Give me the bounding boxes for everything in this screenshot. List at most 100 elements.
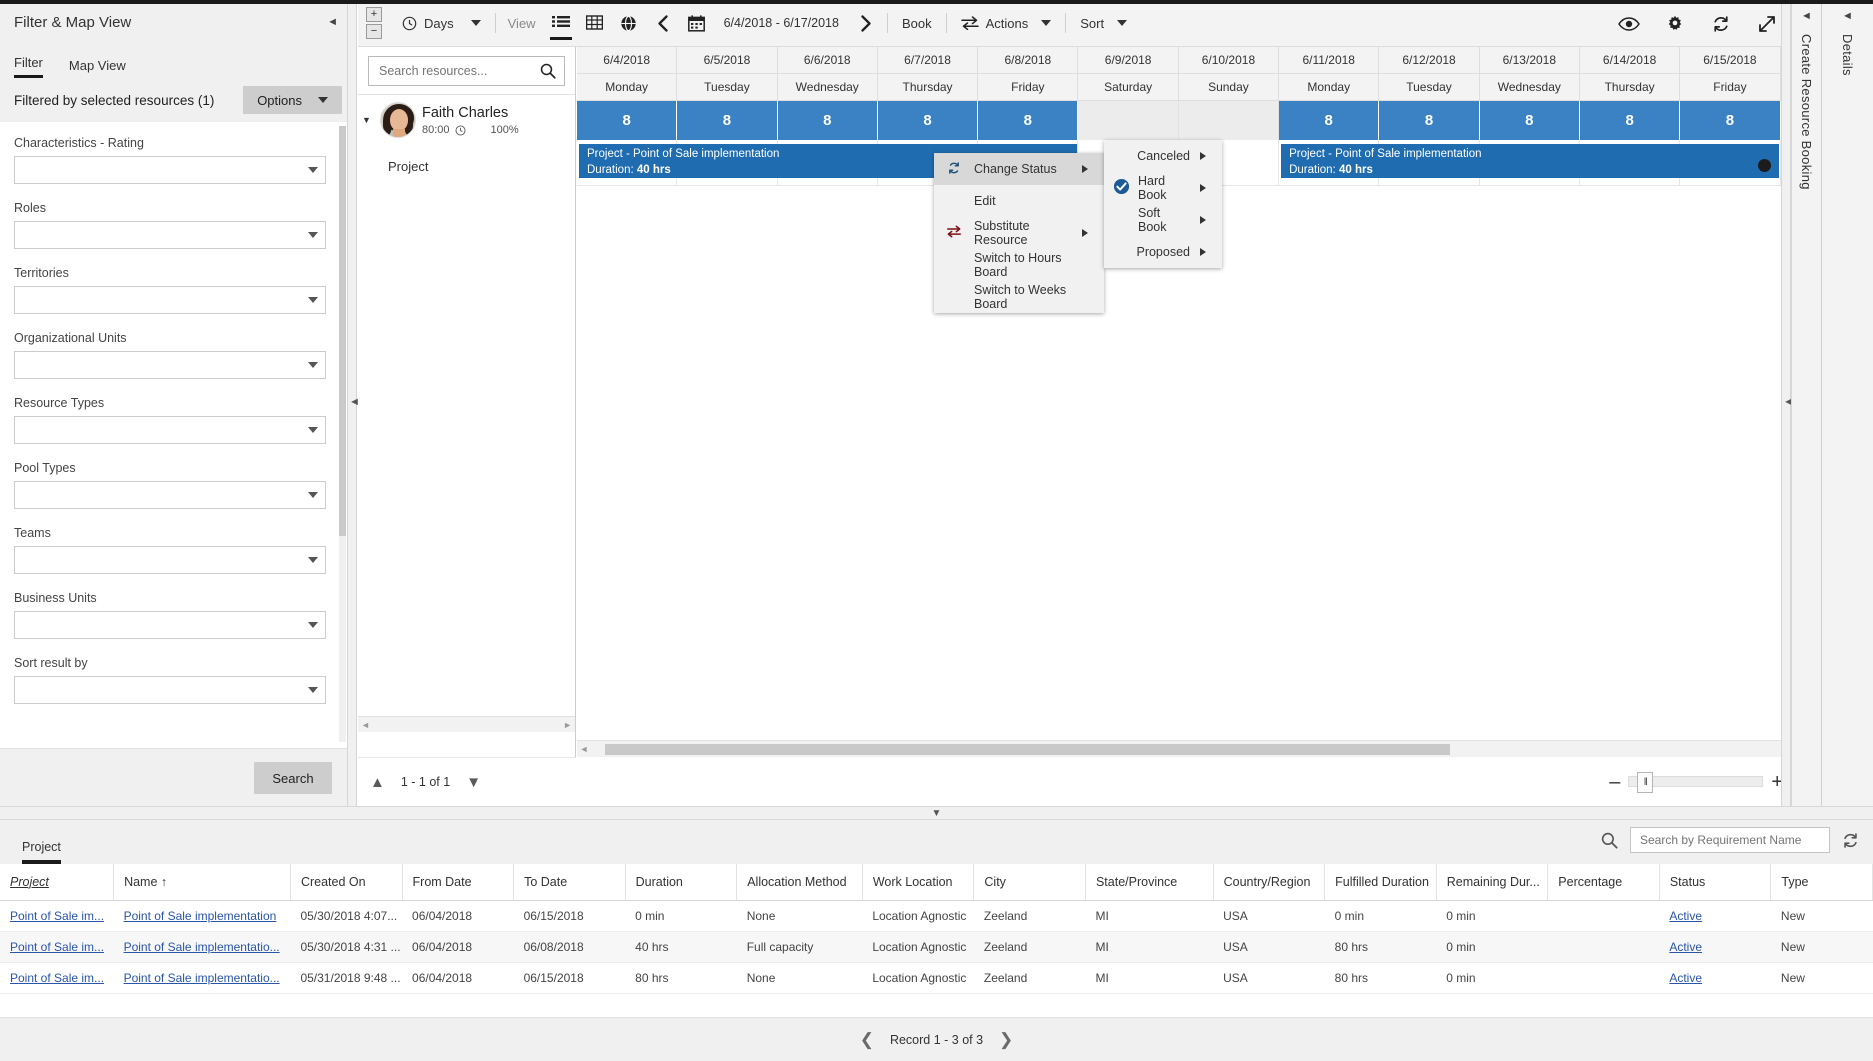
- scroll-left-icon[interactable]: ◄: [577, 744, 591, 754]
- table-cell[interactable]: Active: [1659, 931, 1771, 963]
- list-view-icon[interactable]: [544, 4, 578, 42]
- chevron-down-icon[interactable]: ▼: [362, 115, 374, 125]
- capacity-cell[interactable]: 8: [1479, 101, 1580, 140]
- resource-types-select[interactable]: [14, 416, 326, 444]
- capacity-cell[interactable]: 8: [978, 101, 1079, 140]
- prev-period-button[interactable]: [646, 4, 680, 42]
- search-icon[interactable]: [1601, 832, 1618, 849]
- scroll-left-icon[interactable]: ◄: [361, 720, 370, 730]
- chevron-left-icon[interactable]: ◄: [1842, 10, 1853, 22]
- right-rail-splitter[interactable]: ◄: [1781, 0, 1794, 806]
- gear-icon[interactable]: [1657, 5, 1693, 43]
- scroll-right-icon[interactable]: ►: [563, 720, 572, 730]
- menu-item-switch-to-weeks-board[interactable]: Switch to Weeks Board: [934, 281, 1104, 313]
- table-row[interactable]: Point of Sale im... Point of Sale impleme…: [0, 962, 1873, 994]
- capacity-cell[interactable]: 8: [577, 101, 678, 140]
- menu-item-change-status[interactable]: Change Status: [934, 153, 1104, 185]
- table-cell[interactable]: Point of Sale implementatio...: [113, 962, 291, 994]
- column-header[interactable]: To Date: [513, 864, 626, 901]
- capacity-cell[interactable]: [1078, 101, 1179, 140]
- menu-item-hard-book[interactable]: Hard Book: [1104, 172, 1222, 204]
- chevron-left-icon[interactable]: ◄: [327, 16, 338, 28]
- column-header[interactable]: Status: [1659, 864, 1772, 901]
- column-header[interactable]: Duration: [625, 864, 738, 901]
- column-header[interactable]: Name ↑: [113, 864, 291, 901]
- cell-link[interactable]: Point of Sale implementatio...: [124, 940, 280, 954]
- actions-menu[interactable]: Actions: [951, 0, 1062, 47]
- column-header[interactable]: Percentage: [1547, 864, 1660, 901]
- expand-icon[interactable]: [1749, 5, 1785, 43]
- chevron-down-icon[interactable]: ▼: [932, 808, 942, 819]
- refresh-icon[interactable]: [1842, 832, 1859, 849]
- create-resource-booking-rail[interactable]: ◄ Create Resource Booking: [1791, 0, 1821, 806]
- requirement-search[interactable]: [1630, 827, 1830, 853]
- filter-panel-scrollbar[interactable]: [339, 126, 346, 742]
- scrollbar-thumb[interactable]: [339, 126, 346, 536]
- column-header[interactable]: Work Location: [862, 864, 975, 901]
- menu-item-substitute-resource[interactable]: Substitute Resource: [934, 217, 1104, 249]
- cell-link[interactable]: Active: [1669, 940, 1702, 954]
- chevron-down-icon[interactable]: ▼: [466, 774, 481, 791]
- column-header[interactable]: Country/Region: [1213, 864, 1326, 901]
- capacity-cell[interactable]: [1178, 101, 1280, 140]
- table-row[interactable]: Point of Sale im... Point of Sale impleme…: [0, 931, 1873, 963]
- filter-panel-splitter[interactable]: ◄: [347, 0, 360, 806]
- capacity-cell[interactable]: 8: [1379, 101, 1480, 140]
- roles-select[interactable]: [14, 221, 326, 249]
- scale-selector[interactable]: Days: [392, 0, 491, 47]
- table-row[interactable]: Point of Sale im... Point of Sale impleme…: [0, 900, 1873, 932]
- capacity-cell[interactable]: 8: [777, 101, 878, 140]
- search-button[interactable]: Search: [254, 762, 332, 794]
- table-cell[interactable]: Point of Sale im...: [0, 900, 114, 932]
- details-rail[interactable]: ◄ Details: [1821, 0, 1873, 806]
- timeline-hscrollbar[interactable]: ◄ ►: [577, 740, 1791, 757]
- horizontal-splitter[interactable]: ▼: [0, 806, 1873, 820]
- chevron-left-icon[interactable]: ◄: [1801, 10, 1812, 22]
- menu-item-switch-to-hours-board[interactable]: Switch to Hours Board: [934, 249, 1104, 281]
- next-period-button[interactable]: [849, 4, 883, 42]
- options-button[interactable]: Options: [243, 86, 342, 114]
- chevron-right-icon[interactable]: ❯: [999, 1030, 1013, 1050]
- table-cell[interactable]: Point of Sale im...: [0, 931, 114, 963]
- collapse-all-icon[interactable]: −: [366, 24, 382, 39]
- cell-link[interactable]: Point of Sale im...: [10, 940, 104, 954]
- column-header[interactable]: Allocation Method: [736, 864, 863, 901]
- column-header[interactable]: State/Province: [1085, 864, 1214, 901]
- cell-link[interactable]: Point of Sale implementatio...: [124, 971, 280, 985]
- menu-item-soft-book[interactable]: Soft Book: [1104, 204, 1222, 236]
- table-cell[interactable]: Point of Sale implementation: [113, 900, 291, 932]
- column-header[interactable]: From Date: [402, 864, 515, 901]
- grid-view-icon[interactable]: [578, 4, 612, 42]
- zoom-out-button[interactable]: –: [1609, 772, 1620, 792]
- column-header[interactable]: Project: [0, 864, 115, 901]
- cell-link[interactable]: Point of Sale implementation: [124, 909, 277, 923]
- sort-result-by-select[interactable]: [14, 676, 326, 704]
- eye-icon[interactable]: [1611, 5, 1647, 43]
- menu-item-edit[interactable]: Edit: [934, 185, 1104, 217]
- book-button[interactable]: Book: [892, 0, 942, 47]
- chevron-up-icon[interactable]: ▲: [370, 774, 385, 791]
- capacity-cell[interactable]: 8: [877, 101, 979, 140]
- resource-row-faith-charles[interactable]: ▼ Faith Charles 80:00 100%: [358, 94, 575, 145]
- capacity-cell[interactable]: 8: [677, 101, 778, 140]
- column-header[interactable]: City: [973, 864, 1086, 901]
- menu-item-canceled[interactable]: Canceled: [1104, 140, 1222, 172]
- cell-link[interactable]: Active: [1669, 971, 1702, 985]
- search-by-requirement-name-input[interactable]: [1638, 832, 1822, 848]
- capacity-cell[interactable]: 8: [1579, 101, 1681, 140]
- column-header[interactable]: Remaining Dur...: [1436, 864, 1549, 901]
- organizational-units-select[interactable]: [14, 351, 326, 379]
- characteristics-rating-select[interactable]: [14, 156, 326, 184]
- sort-menu[interactable]: Sort: [1070, 0, 1137, 47]
- refresh-icon[interactable]: [1703, 5, 1739, 43]
- tab-map-view[interactable]: Map View: [69, 58, 126, 78]
- scrollbar-thumb[interactable]: [605, 743, 1450, 755]
- tab-filter[interactable]: Filter: [14, 55, 43, 78]
- capacity-cell[interactable]: 8: [1680, 101, 1781, 140]
- table-cell[interactable]: Active: [1659, 900, 1771, 932]
- column-header[interactable]: Type: [1770, 864, 1873, 901]
- territories-select[interactable]: [14, 286, 326, 314]
- cell-link[interactable]: Active: [1669, 909, 1702, 923]
- table-cell[interactable]: Active: [1659, 962, 1771, 994]
- search-resources-input[interactable]: [377, 62, 528, 79]
